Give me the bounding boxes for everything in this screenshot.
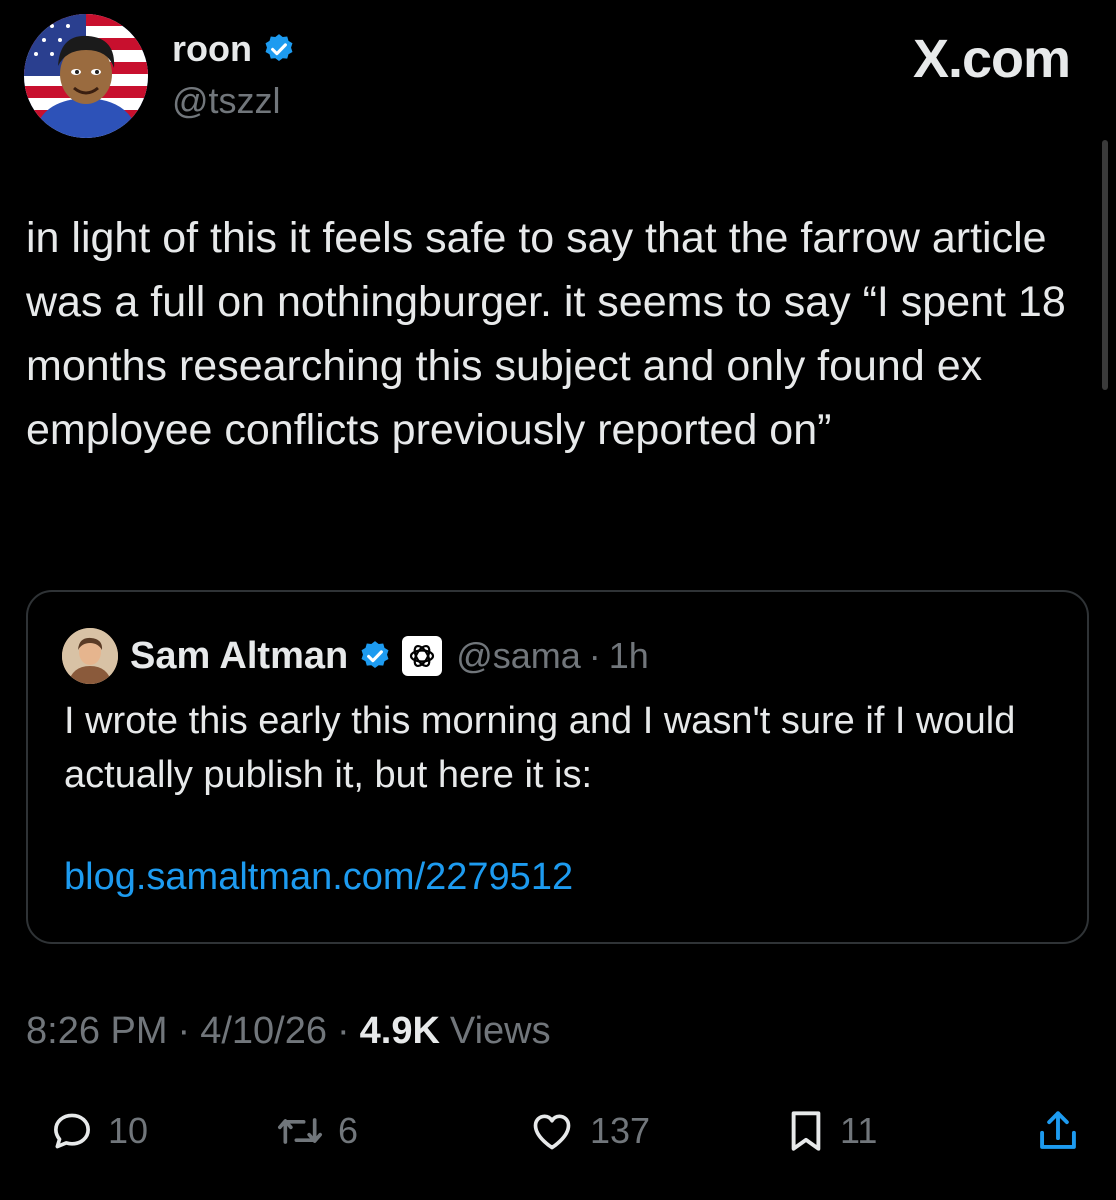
repost-count: 6	[338, 1110, 359, 1151]
scrollbar[interactable]	[1102, 140, 1108, 390]
quoted-tweet-link[interactable]: blog.samaltman.com/2279512	[64, 856, 573, 899]
author-name-row: roon	[172, 28, 296, 70]
like-button[interactable]: 137	[528, 1096, 650, 1166]
views-count[interactable]: 4.9K	[360, 1010, 440, 1053]
reply-count: 10	[108, 1110, 149, 1151]
author-handle[interactable]: @tszzl	[172, 80, 281, 122]
separator-dot: ·	[588, 635, 601, 676]
verified-badge-icon	[361, 641, 389, 669]
repost-button[interactable]: 6	[276, 1096, 358, 1166]
quoted-author-avatar[interactable]	[62, 628, 118, 684]
separator-dot: ·	[177, 1010, 191, 1052]
openai-knot-icon	[410, 644, 435, 668]
separator-dot: ·	[336, 1010, 350, 1052]
heart-icon	[533, 1114, 571, 1150]
quoted-author-handle[interactable]: @sama	[456, 635, 581, 677]
action-bar: 10 6 137 11	[0, 1096, 1116, 1166]
tweet-detail-page: roon @tszzl X.com in light of this it fe…	[0, 0, 1116, 1200]
quoted-author-name[interactable]: Sam Altman	[130, 635, 348, 678]
avatar-illustration	[24, 14, 148, 138]
author-avatar[interactable]	[24, 14, 148, 138]
like-count: 137	[590, 1110, 651, 1151]
bookmark-button[interactable]: 11	[786, 1096, 877, 1166]
quoted-avatar-illustration	[62, 628, 118, 684]
tweet-time[interactable]: 8:26 PM	[26, 1010, 168, 1053]
openai-logo-icon[interactable]	[402, 636, 443, 676]
bookmark-icon	[791, 1111, 821, 1151]
quoted-tweet-text: I wrote this early this morning and I wa…	[64, 700, 1016, 796]
bookmark-count: 11	[840, 1110, 878, 1151]
views-label[interactable]: Views	[450, 1010, 551, 1053]
tweet-date[interactable]: 4/10/26	[200, 1010, 327, 1053]
repost-icon	[278, 1118, 322, 1144]
quoted-tweet[interactable]: Sam Altman @sama · 1h I wrote this early…	[26, 590, 1089, 944]
tweet-meta: 8:26 PM · 4/10/26 · 4.9K Views	[26, 1010, 551, 1053]
share-button[interactable]	[1036, 1096, 1080, 1166]
author-name[interactable]: roon	[172, 28, 252, 70]
verified-badge-icon	[265, 34, 293, 62]
quoted-tweet-time[interactable]: 1h	[609, 635, 649, 677]
reply-button[interactable]: 10	[50, 1096, 148, 1166]
share-icon	[1040, 1111, 1076, 1149]
reply-icon	[54, 1113, 90, 1149]
tweet-text: in light of this it feels safe to say th…	[26, 214, 1066, 454]
quoted-tweet-header: Sam Altman @sama · 1h	[62, 628, 649, 684]
x-com-watermark: X.com	[912, 29, 1071, 89]
